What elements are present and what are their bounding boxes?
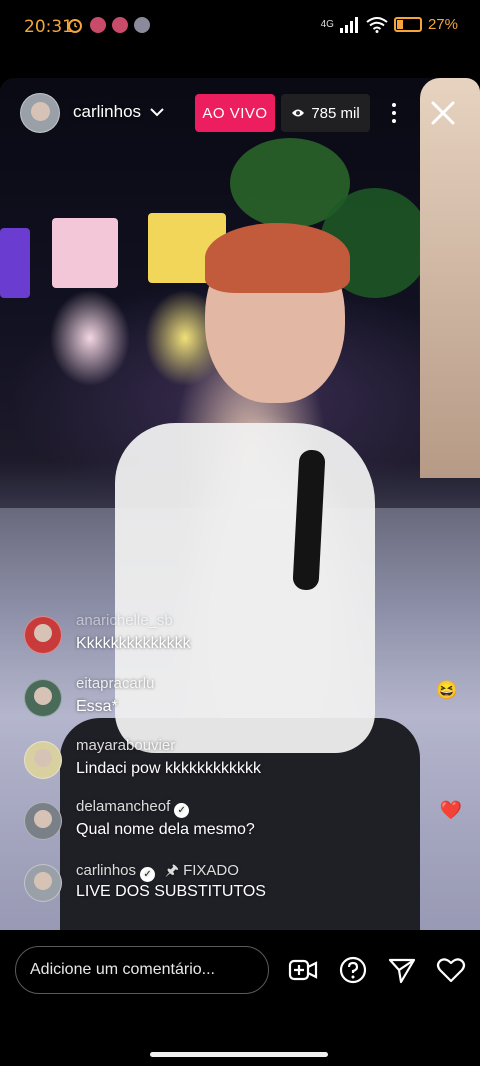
home-indicator[interactable] [150, 1052, 328, 1057]
decorated-tower [420, 78, 480, 478]
gift-decoration [0, 228, 30, 298]
alarm-icon [68, 19, 82, 33]
comment-username[interactable]: carlinhos ✓ 🖈 FIXADO [76, 860, 239, 885]
comment-text: Qual nome dela mesmo? [76, 821, 255, 838]
host-avatar[interactable] [20, 93, 60, 133]
signal-icon [339, 16, 358, 33]
list-item[interactable]: eitapracarlu Essa* [24, 675, 444, 721]
comment-username-text: delamancheof [76, 798, 171, 815]
viewer-count-label: 785 mil [311, 104, 360, 122]
comment-text: Kkkkkkkkkkkkkk [76, 635, 191, 652]
system-status: 4G 27% [321, 16, 458, 33]
heart-icon[interactable] [436, 955, 466, 985]
avatar[interactable] [24, 679, 62, 717]
live-label: AO VIVO [202, 104, 268, 122]
app-notification-icon [134, 17, 150, 33]
comment-username[interactable]: eitapracarlu [76, 675, 154, 692]
app-notification-icon [112, 17, 128, 33]
avatar[interactable] [24, 802, 62, 840]
comment-text: Lindaci pow kkkkkkkkkkkk [76, 760, 261, 777]
gift-decoration [52, 218, 118, 288]
list-item[interactable]: anarichelle_sb Kkkkkkkkkkkkkk [24, 612, 444, 658]
list-item[interactable]: mayarabouvier Lindaci pow kkkkkkkkkkkk [24, 737, 444, 783]
avatar[interactable] [24, 741, 62, 779]
comment-username[interactable]: anarichelle_sb [76, 612, 173, 629]
app-notification-icon [90, 17, 106, 33]
live-badge: AO VIVO [195, 94, 275, 132]
avatar[interactable] [24, 864, 62, 902]
comment-text: LIVE DOS SUBSTITUTOS [76, 883, 266, 900]
network-label: 4G [320, 19, 334, 30]
pinned-comment[interactable]: carlinhos ✓ 🖈 FIXADO LIVE DOS SUBSTITUTOS [24, 860, 444, 908]
eye-icon [292, 109, 305, 117]
performer-hair [205, 223, 350, 293]
verified-icon: ✓ [140, 867, 156, 882]
wifi-icon [366, 16, 388, 33]
bottom-bar [0, 930, 480, 1010]
chevron-down-icon[interactable] [149, 104, 165, 120]
viewer-count[interactable]: 785 mil [281, 94, 370, 132]
notification-icons [66, 16, 150, 34]
comment-username[interactable]: delamancheof ✓ [76, 798, 190, 818]
video-add-icon[interactable] [288, 955, 318, 985]
host-name[interactable]: carlinhos [73, 102, 141, 122]
comment-input[interactable] [15, 946, 269, 994]
more-vertical-icon[interactable] [384, 98, 404, 128]
heart-reaction-icon: ❤️ [439, 800, 462, 820]
avatar[interactable] [24, 616, 62, 654]
list-item[interactable]: delamancheof ✓ Qual nome dela mesmo? [24, 798, 444, 844]
pin-icon: 🖈 [165, 862, 179, 879]
status-bar: 20:31 4G 27% [0, 0, 480, 54]
battery-level: 27% [427, 16, 458, 33]
laughing-reaction-icon: 😆 [435, 680, 458, 700]
close-icon[interactable] [428, 98, 458, 128]
question-icon[interactable] [338, 955, 368, 985]
pinned-label: FIXADO [183, 862, 239, 879]
comment-username-text: carlinhos [76, 862, 137, 879]
comment-username[interactable]: mayarabouvier [76, 737, 175, 754]
verified-icon: ✓ [174, 803, 190, 818]
comment-text: Essa* [76, 698, 118, 715]
battery-icon [393, 17, 422, 32]
send-icon[interactable] [387, 955, 417, 985]
